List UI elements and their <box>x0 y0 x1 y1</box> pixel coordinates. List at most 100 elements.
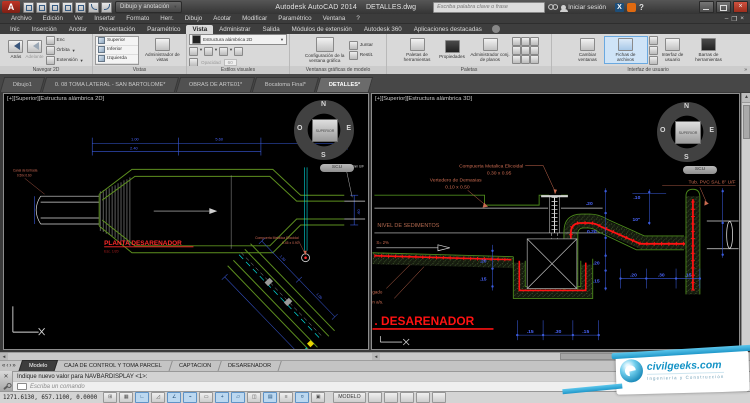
autocad-logo-button[interactable]: A <box>2 1 20 13</box>
menu-formato[interactable]: Formato <box>121 15 154 22</box>
vs-icon-3[interactable] <box>219 47 228 56</box>
scroll-left-icon[interactable]: ◄ <box>372 353 380 360</box>
sheet-set-manager-button[interactable]: Administrador conj. de planos <box>470 38 510 62</box>
file-tab-dibujo1[interactable]: Dibujo1 <box>0 77 45 92</box>
menu-modificar[interactable]: Modificar <box>237 15 272 22</box>
file-tab-bocatoma[interactable]: Bocatoma Final* <box>252 77 319 92</box>
tool-palettes-button[interactable]: Paletas de herramientas <box>400 38 434 62</box>
ribbon-tab-aplicaciones[interactable]: Aplicaciones destacadas <box>408 25 488 34</box>
file-tab-detalles[interactable]: DETALLES* <box>316 77 374 92</box>
palette-icon[interactable] <box>530 37 539 46</box>
menu-insertar[interactable]: Insertar <box>89 15 120 22</box>
palette-icon[interactable] <box>521 55 530 64</box>
ribbon-tab-parametrico[interactable]: Paramétrico <box>141 25 186 34</box>
panel-label[interactable]: Estilos visuales <box>187 66 289 74</box>
doc-restore-icon[interactable]: ❐ <box>731 15 737 23</box>
viewcube[interactable]: N S O E SUPERIOR <box>294 100 354 160</box>
quickview-layouts-icon[interactable] <box>368 392 382 403</box>
viewport-label[interactable]: [+][Superior][Estructura alámbrica 3D] <box>375 96 472 102</box>
scroll-up-icon[interactable]: ▲ <box>742 93 750 103</box>
save-icon[interactable] <box>49 2 60 13</box>
search-binoculars-icon[interactable] <box>548 3 558 11</box>
ortho-toggle[interactable]: ◿ <box>151 392 165 403</box>
menu-ayuda[interactable]: ? <box>351 15 364 22</box>
exchange-apps-icon[interactable]: X <box>615 3 624 12</box>
menu-herr[interactable]: Herr. <box>155 15 178 22</box>
ucs-menu[interactable]: SCU <box>320 164 354 172</box>
menu-edicion[interactable]: Edición <box>38 15 68 22</box>
switch-windows-button[interactable]: Cambiar ventanas <box>573 38 603 62</box>
cleanscreen-icon[interactable] <box>432 392 446 403</box>
wrench-icon[interactable] <box>3 384 10 390</box>
viewcube[interactable]: N S O E SUPERIOR <box>657 102 717 162</box>
palette-icon[interactable] <box>521 37 530 46</box>
view-superior[interactable]: Superior <box>96 37 138 46</box>
saveas-icon[interactable] <box>62 2 73 13</box>
file-tabs-button[interactable]: Fichas de archivos <box>605 37 647 63</box>
layout-tab-desarenador[interactable]: DESARENADOR <box>218 361 282 372</box>
redo-icon[interactable] <box>101 2 112 13</box>
annotation-scale-icon[interactable] <box>400 392 414 403</box>
lwt-toggle[interactable]: ▤ <box>263 392 277 403</box>
panel-label[interactable]: Vistas <box>93 66 186 74</box>
3dosnap-toggle[interactable]: ▭ <box>199 392 213 403</box>
undo-icon[interactable] <box>88 2 99 13</box>
opacity-value[interactable]: 60 <box>224 59 237 66</box>
ribbon-tab-presentacion[interactable]: Presentación <box>93 25 141 34</box>
menu-parametrico[interactable]: Paramétrico <box>273 15 316 22</box>
layout-icon[interactable] <box>649 46 658 55</box>
file-tab-toma-lateral[interactable]: 0. 08 TOMA LATERAL - SAN BARTOLOME* <box>42 77 179 92</box>
visual-style-dropdown[interactable]: Estructura alámbrica 2D▼ <box>189 34 287 45</box>
minimize-button[interactable] <box>699 1 714 13</box>
layout-tab-caja-control[interactable]: CAJA DE CONTROL Y TOMA PARCEL <box>54 361 172 372</box>
viewport-right-3d[interactable]: [+][Superior][Estructura alámbrica 3D] <box>371 93 740 350</box>
new-icon[interactable] <box>23 2 34 13</box>
polar-toggle[interactable]: ∠ <box>167 392 181 403</box>
forward-button[interactable]: Adelante <box>25 40 43 59</box>
ribbon-tab-inicio[interactable]: Inic <box>4 25 26 34</box>
properties-button[interactable]: Propiedades <box>436 40 468 59</box>
sc-toggle[interactable]: ▣ <box>311 392 325 403</box>
qp-toggle[interactable]: ¤ <box>295 392 309 403</box>
vs-icon-4[interactable] <box>234 47 243 56</box>
palette-icon[interactable] <box>530 46 539 55</box>
orbit-button[interactable]: Órbita▼ <box>46 46 84 55</box>
vertical-scrollbar[interactable]: ▲ <box>741 93 750 350</box>
lock-icon[interactable] <box>416 392 430 403</box>
panel-label[interactable]: Navegar 2D <box>0 66 92 74</box>
doc-close-icon[interactable]: × <box>740 15 744 23</box>
viewport-label[interactable]: [+][Superior][Estructura alámbrica 2D] <box>7 96 104 102</box>
layout-icon[interactable] <box>649 36 658 45</box>
ribbon-tab-anotar[interactable]: Anotar <box>63 25 93 34</box>
model-space-button[interactable]: MODELO <box>333 392 365 403</box>
search-input[interactable]: Escriba palabra clave o frase <box>433 2 545 13</box>
panel-label[interactable]: Interfaz de usuario » <box>552 66 750 74</box>
restore-viewports-button[interactable]: Restit. <box>349 51 374 60</box>
tpy-toggle[interactable]: ≡ <box>279 392 293 403</box>
viewport-left-2d[interactable]: [+][Superior][Estructura alámbrica 2D] 1… <box>3 93 369 350</box>
sign-in-button[interactable]: Iniciar sesión ▼ <box>561 4 612 11</box>
vs-icon-1[interactable] <box>189 47 198 56</box>
close-icon[interactable]: ✕ <box>3 374 8 380</box>
panel-label[interactable]: Paletas <box>387 66 551 74</box>
view-izquierda[interactable]: Izquierda <box>96 55 138 64</box>
menu-ver[interactable]: Ver <box>69 15 88 22</box>
layout-icon[interactable] <box>649 56 658 65</box>
join-viewports-button[interactable]: Juntar <box>349 41 374 50</box>
otrack-toggle[interactable]: + <box>215 392 229 403</box>
palette-icon[interactable] <box>530 55 539 64</box>
panel-label[interactable]: Ventanas gráficas de modelo <box>290 66 386 74</box>
quickview-drawings-icon[interactable] <box>384 392 398 403</box>
doc-minimize-icon[interactable]: – <box>725 15 729 23</box>
workspace-dropdown[interactable]: Dibujo y anotación ▼ <box>115 1 182 13</box>
restore-button[interactable] <box>716 1 731 13</box>
view-list[interactable]: Superior Inferior Izquierda <box>95 36 139 65</box>
ribbon-tab-insercion[interactable]: Inserción <box>26 25 63 34</box>
vs-icon-2[interactable] <box>204 47 213 56</box>
viewcube-face[interactable]: SUPERIOR <box>312 119 338 142</box>
back-button[interactable]: Atrás <box>8 40 23 59</box>
layout-nav-arrows[interactable]: «‹›» <box>2 363 17 369</box>
help-icon[interactable]: ? <box>639 3 644 12</box>
close-button[interactable]: × <box>733 1 748 13</box>
file-tab-obras-arte[interactable]: OBRAS DE ARTE01* <box>175 77 255 92</box>
